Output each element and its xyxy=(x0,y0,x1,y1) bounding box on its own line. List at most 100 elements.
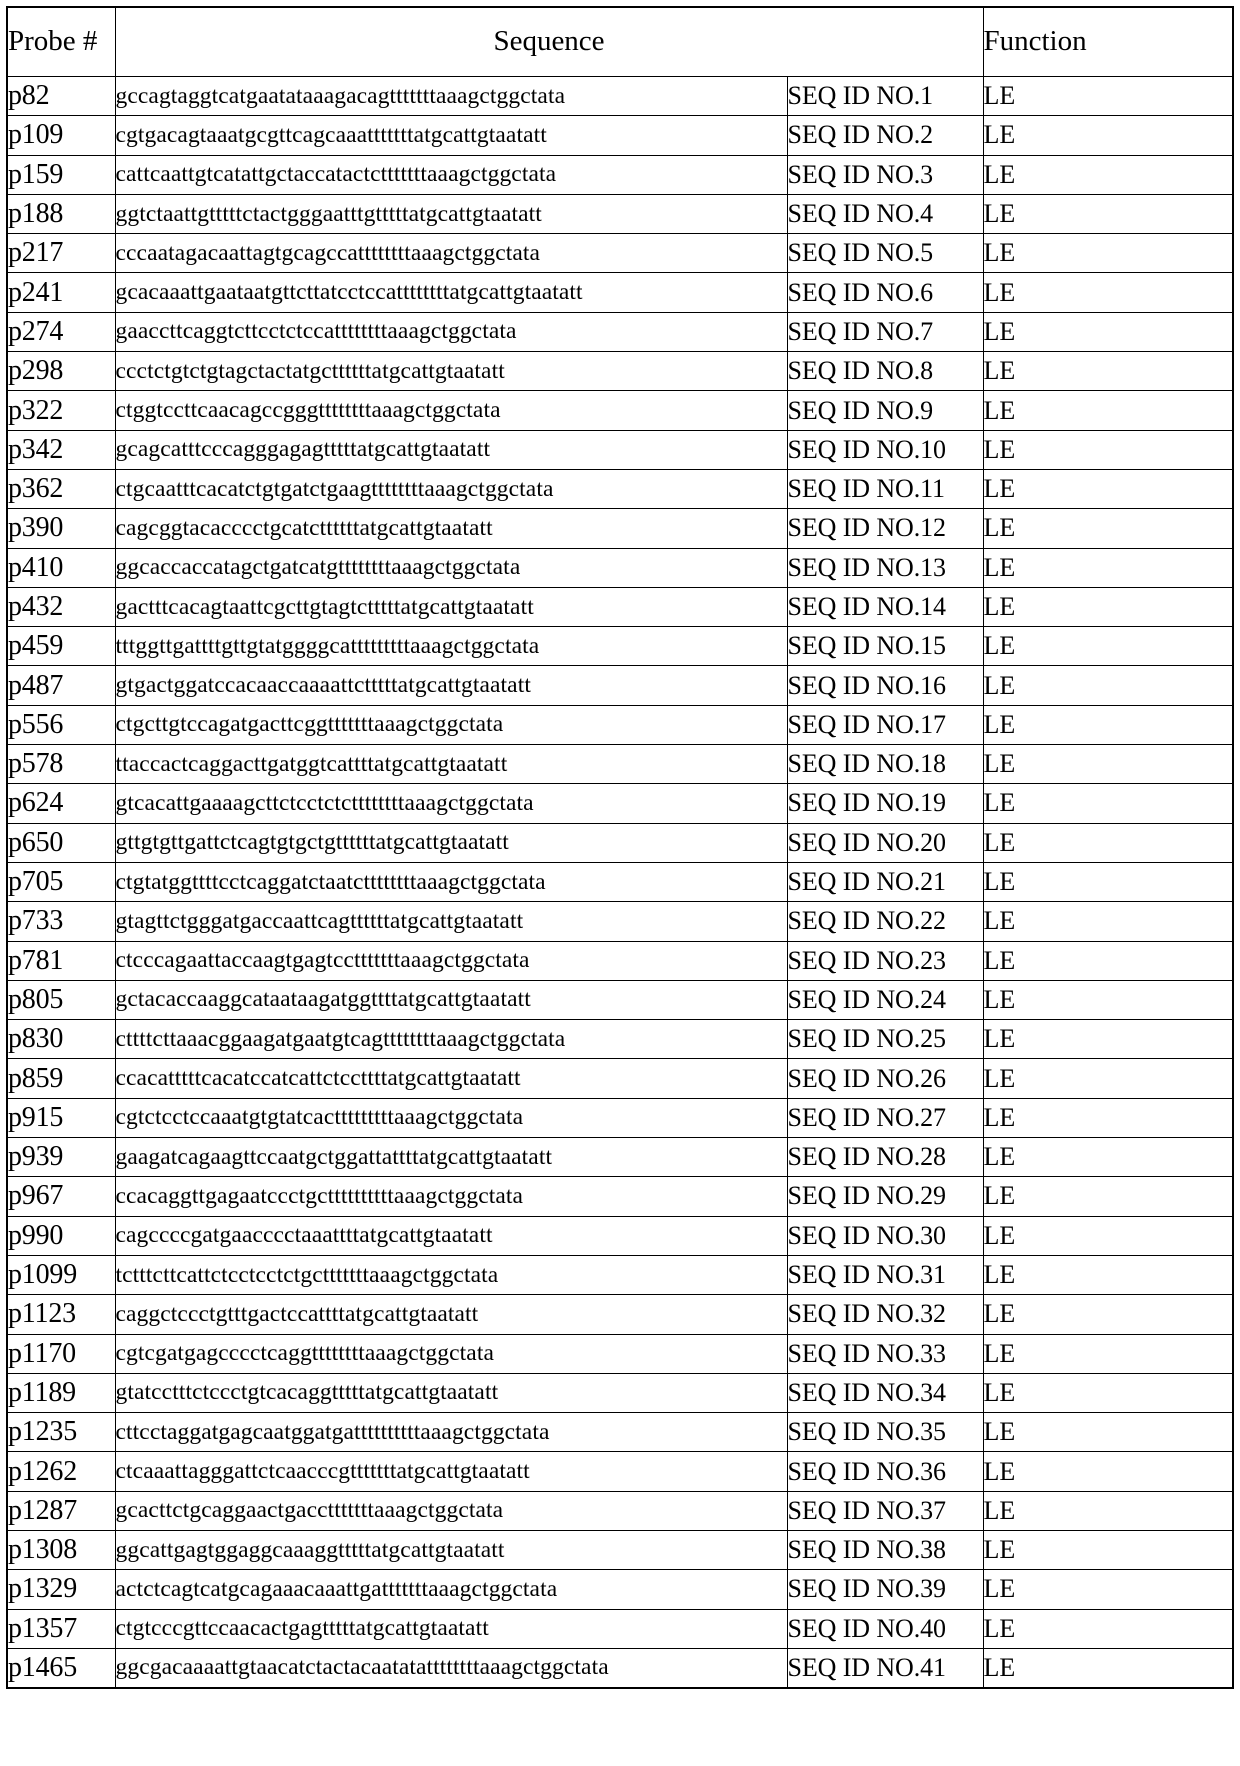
column-header-probe: Probe # xyxy=(6,6,116,77)
cell-seq-id: SEQ ID NO.7 xyxy=(786,311,984,353)
cell-sequence: tttggttgattttgttgtatggggcatttttttttaaagc… xyxy=(114,626,788,667)
table-row: p915 cgtctcctccaaatgtgtatcactttttttttaaag… xyxy=(6,1097,1234,1139)
table-row: p1189 gtatcctttctccctgtcacaggtttttatgcatt… xyxy=(6,1372,1234,1414)
cell-seq-id: SEQ ID NO.39 xyxy=(786,1569,984,1610)
cell-probe-number: p1262 xyxy=(6,1451,116,1492)
table-row: p1465 ggcgacaaaattgtaacatctactacaatatattt… xyxy=(6,1647,1234,1689)
cell-sequence: gttgtgttgattctcagtgtgctgttttttatgcattgta… xyxy=(114,822,788,863)
cell-probe-number: p733 xyxy=(6,901,116,942)
cell-function: LE xyxy=(982,1608,1234,1649)
table-row: p459 tttggttgattttgttgtatggggcattttttttta… xyxy=(6,626,1234,667)
cell-seq-id: SEQ ID NO.32 xyxy=(786,1294,984,1335)
cell-function: LE xyxy=(982,704,1234,746)
cell-seq-id: SEQ ID NO.18 xyxy=(786,744,984,785)
cell-sequence: gactttcacagtaattcgcttgtagtctttttatgcattg… xyxy=(114,586,788,628)
table-row: p274 gaaccttcaggtcttcctctccattttttttaaagc… xyxy=(6,311,1234,353)
cell-sequence: gtgactggatccacaaccaaaattctttttatgcattgta… xyxy=(114,665,788,706)
cell-probe-number: p298 xyxy=(6,351,116,392)
cell-seq-id: SEQ ID NO.21 xyxy=(786,861,984,903)
cell-seq-id: SEQ ID NO.25 xyxy=(786,1019,984,1060)
cell-function: LE xyxy=(982,1294,1234,1335)
cell-probe-number: p159 xyxy=(6,154,116,195)
cell-seq-id: SEQ ID NO.6 xyxy=(786,272,984,313)
cell-function: LE xyxy=(982,1019,1234,1060)
cell-sequence: cattcaattgtcatattgctaccatactctttttttaaag… xyxy=(114,154,788,195)
cell-seq-id: SEQ ID NO.38 xyxy=(786,1529,984,1571)
cell-sequence: ctgcaatttcacatctgtgatctgaagttttttttaaagc… xyxy=(114,468,788,510)
table-row: p342 gcagcatttcccagggagagtttttatgcattgtaa… xyxy=(6,429,1234,470)
cell-probe-number: p1099 xyxy=(6,1254,116,1296)
cell-probe-number: p556 xyxy=(6,704,116,746)
table-row: p362 ctgcaatttcacatctgtgatctgaagtttttttta… xyxy=(6,468,1234,510)
table-row: p1287 gcacttctgcaggaactgacctttttttaaagctg… xyxy=(6,1490,1234,1531)
table-row: p432 gactttcacagtaattcgcttgtagtctttttatgc… xyxy=(6,586,1234,628)
table-row: p830 cttttcttaaacggaagatgaatgtcagtttttttt… xyxy=(6,1019,1234,1060)
cell-probe-number: p390 xyxy=(6,508,116,549)
cell-seq-id: SEQ ID NO.13 xyxy=(786,547,984,588)
table-row: p241 gcacaaattgaataatgttcttatcctccatttttt… xyxy=(6,272,1234,313)
cell-function: LE xyxy=(982,429,1234,470)
table-row: p805 gctacaccaaggcataataagatggttttatgcatt… xyxy=(6,979,1234,1021)
cell-probe-number: p410 xyxy=(6,547,116,588)
cell-sequence: ccctctgtctgtagctactatgcttttttatgcattgtaa… xyxy=(114,351,788,392)
cell-seq-id: SEQ ID NO.1 xyxy=(786,75,984,117)
cell-sequence: gcacaaattgaataatgttcttatcctccattttttttat… xyxy=(114,272,788,313)
cell-function: LE xyxy=(982,1412,1234,1453)
cell-sequence: gccagtaggtcatgaatataaagacagtttttttaaagct… xyxy=(114,75,788,117)
table-row: p624 gtcacattgaaaagcttctcctctcttttttttaaa… xyxy=(6,783,1234,824)
table-row: p188 ggtctaattgtttttctactgggaatttgtttttat… xyxy=(6,193,1234,235)
cell-function: LE xyxy=(982,783,1234,824)
document-page: Probe # Sequence Function p82 gccagtaggtc… xyxy=(0,0,1240,1766)
cell-sequence: cgtcgatgagcccctcaggttttttttaaagctggctata xyxy=(114,1333,788,1374)
cell-probe-number: p342 xyxy=(6,429,116,470)
cell-function: LE xyxy=(982,1372,1234,1414)
cell-probe-number: p859 xyxy=(6,1058,116,1099)
table-row: p556 ctgcttgtccagatgacttcggtttttttaaagctg… xyxy=(6,704,1234,746)
probe-sequence-table: Probe # Sequence Function p82 gccagtaggtc… xyxy=(6,6,1234,1689)
cell-sequence: cccaatagacaattagtgcagccattttttttaaagctgg… xyxy=(114,233,788,274)
table-row: p1357 ctgtcccgttccaacactgagtttttatgcattgt… xyxy=(6,1608,1234,1649)
cell-seq-id: SEQ ID NO.29 xyxy=(786,1176,984,1217)
cell-function: LE xyxy=(982,75,1234,117)
cell-function: LE xyxy=(982,193,1234,235)
cell-function: LE xyxy=(982,1333,1234,1374)
cell-probe-number: p939 xyxy=(6,1137,116,1178)
header-row: Probe # Sequence Function xyxy=(6,6,1234,77)
table-row: p650 gttgtgttgattctcagtgtgctgttttttatgcat… xyxy=(6,822,1234,863)
table-row: p322 ctggtccttcaacagccgggttttttttaaagctgg… xyxy=(6,390,1234,431)
cell-probe-number: p1170 xyxy=(6,1333,116,1374)
cell-seq-id: SEQ ID NO.31 xyxy=(786,1254,984,1296)
table-row: p1262 ctcaaattagggattctcaacccgtttttttatgc… xyxy=(6,1451,1234,1492)
cell-probe-number: p1465 xyxy=(6,1647,116,1689)
cell-function: LE xyxy=(982,979,1234,1021)
table-row: p1329 actctcagtcatgcagaaacaaattgattttttta… xyxy=(6,1569,1234,1610)
table-row: p390 cagcggtacacccctgcatcttttttatgcattgta… xyxy=(6,508,1234,549)
cell-function: LE xyxy=(982,744,1234,785)
cell-probe-number: p1287 xyxy=(6,1490,116,1531)
cell-function: LE xyxy=(982,154,1234,195)
cell-sequence: cttttcttaaacggaagatgaatgtcagttttttttaaag… xyxy=(114,1019,788,1060)
table-row: p859 ccacatttttcacatccatcattctccttttatgca… xyxy=(6,1058,1234,1099)
cell-seq-id: SEQ ID NO.27 xyxy=(786,1097,984,1139)
cell-seq-id: SEQ ID NO.33 xyxy=(786,1333,984,1374)
cell-function: LE xyxy=(982,351,1234,392)
table-row: p1235 cttcctaggatgagcaatggatgatttttttttta… xyxy=(6,1412,1234,1453)
table-row: p410 ggcaccaccatagctgatcatgttttttttaaagct… xyxy=(6,547,1234,588)
cell-seq-id: SEQ ID NO.24 xyxy=(786,979,984,1021)
cell-function: LE xyxy=(982,1647,1234,1689)
cell-sequence: gcacttctgcaggaactgacctttttttaaagctggctat… xyxy=(114,1490,788,1531)
cell-function: LE xyxy=(982,626,1234,667)
cell-sequence: ggcattgagtggaggcaaaggtttttatgcattgtaatat… xyxy=(114,1529,788,1571)
cell-seq-id: SEQ ID NO.34 xyxy=(786,1372,984,1414)
cell-sequence: actctcagtcatgcagaaacaaattgatttttttaaagct… xyxy=(114,1569,788,1610)
cell-function: LE xyxy=(982,508,1234,549)
cell-seq-id: SEQ ID NO.30 xyxy=(786,1215,984,1256)
cell-sequence: gaaccttcaggtcttcctctccattttttttaaagctggc… xyxy=(114,311,788,353)
table-row: p159 cattcaattgtcatattgctaccatactcttttttt… xyxy=(6,154,1234,195)
cell-probe-number: p650 xyxy=(6,822,116,863)
cell-function: LE xyxy=(982,586,1234,628)
cell-function: LE xyxy=(982,1215,1234,1256)
table-row: p705 ctgtatggttttcctcaggatctaatctttttttta… xyxy=(6,861,1234,903)
cell-seq-id: SEQ ID NO.35 xyxy=(786,1412,984,1453)
cell-probe-number: p1189 xyxy=(6,1372,116,1414)
